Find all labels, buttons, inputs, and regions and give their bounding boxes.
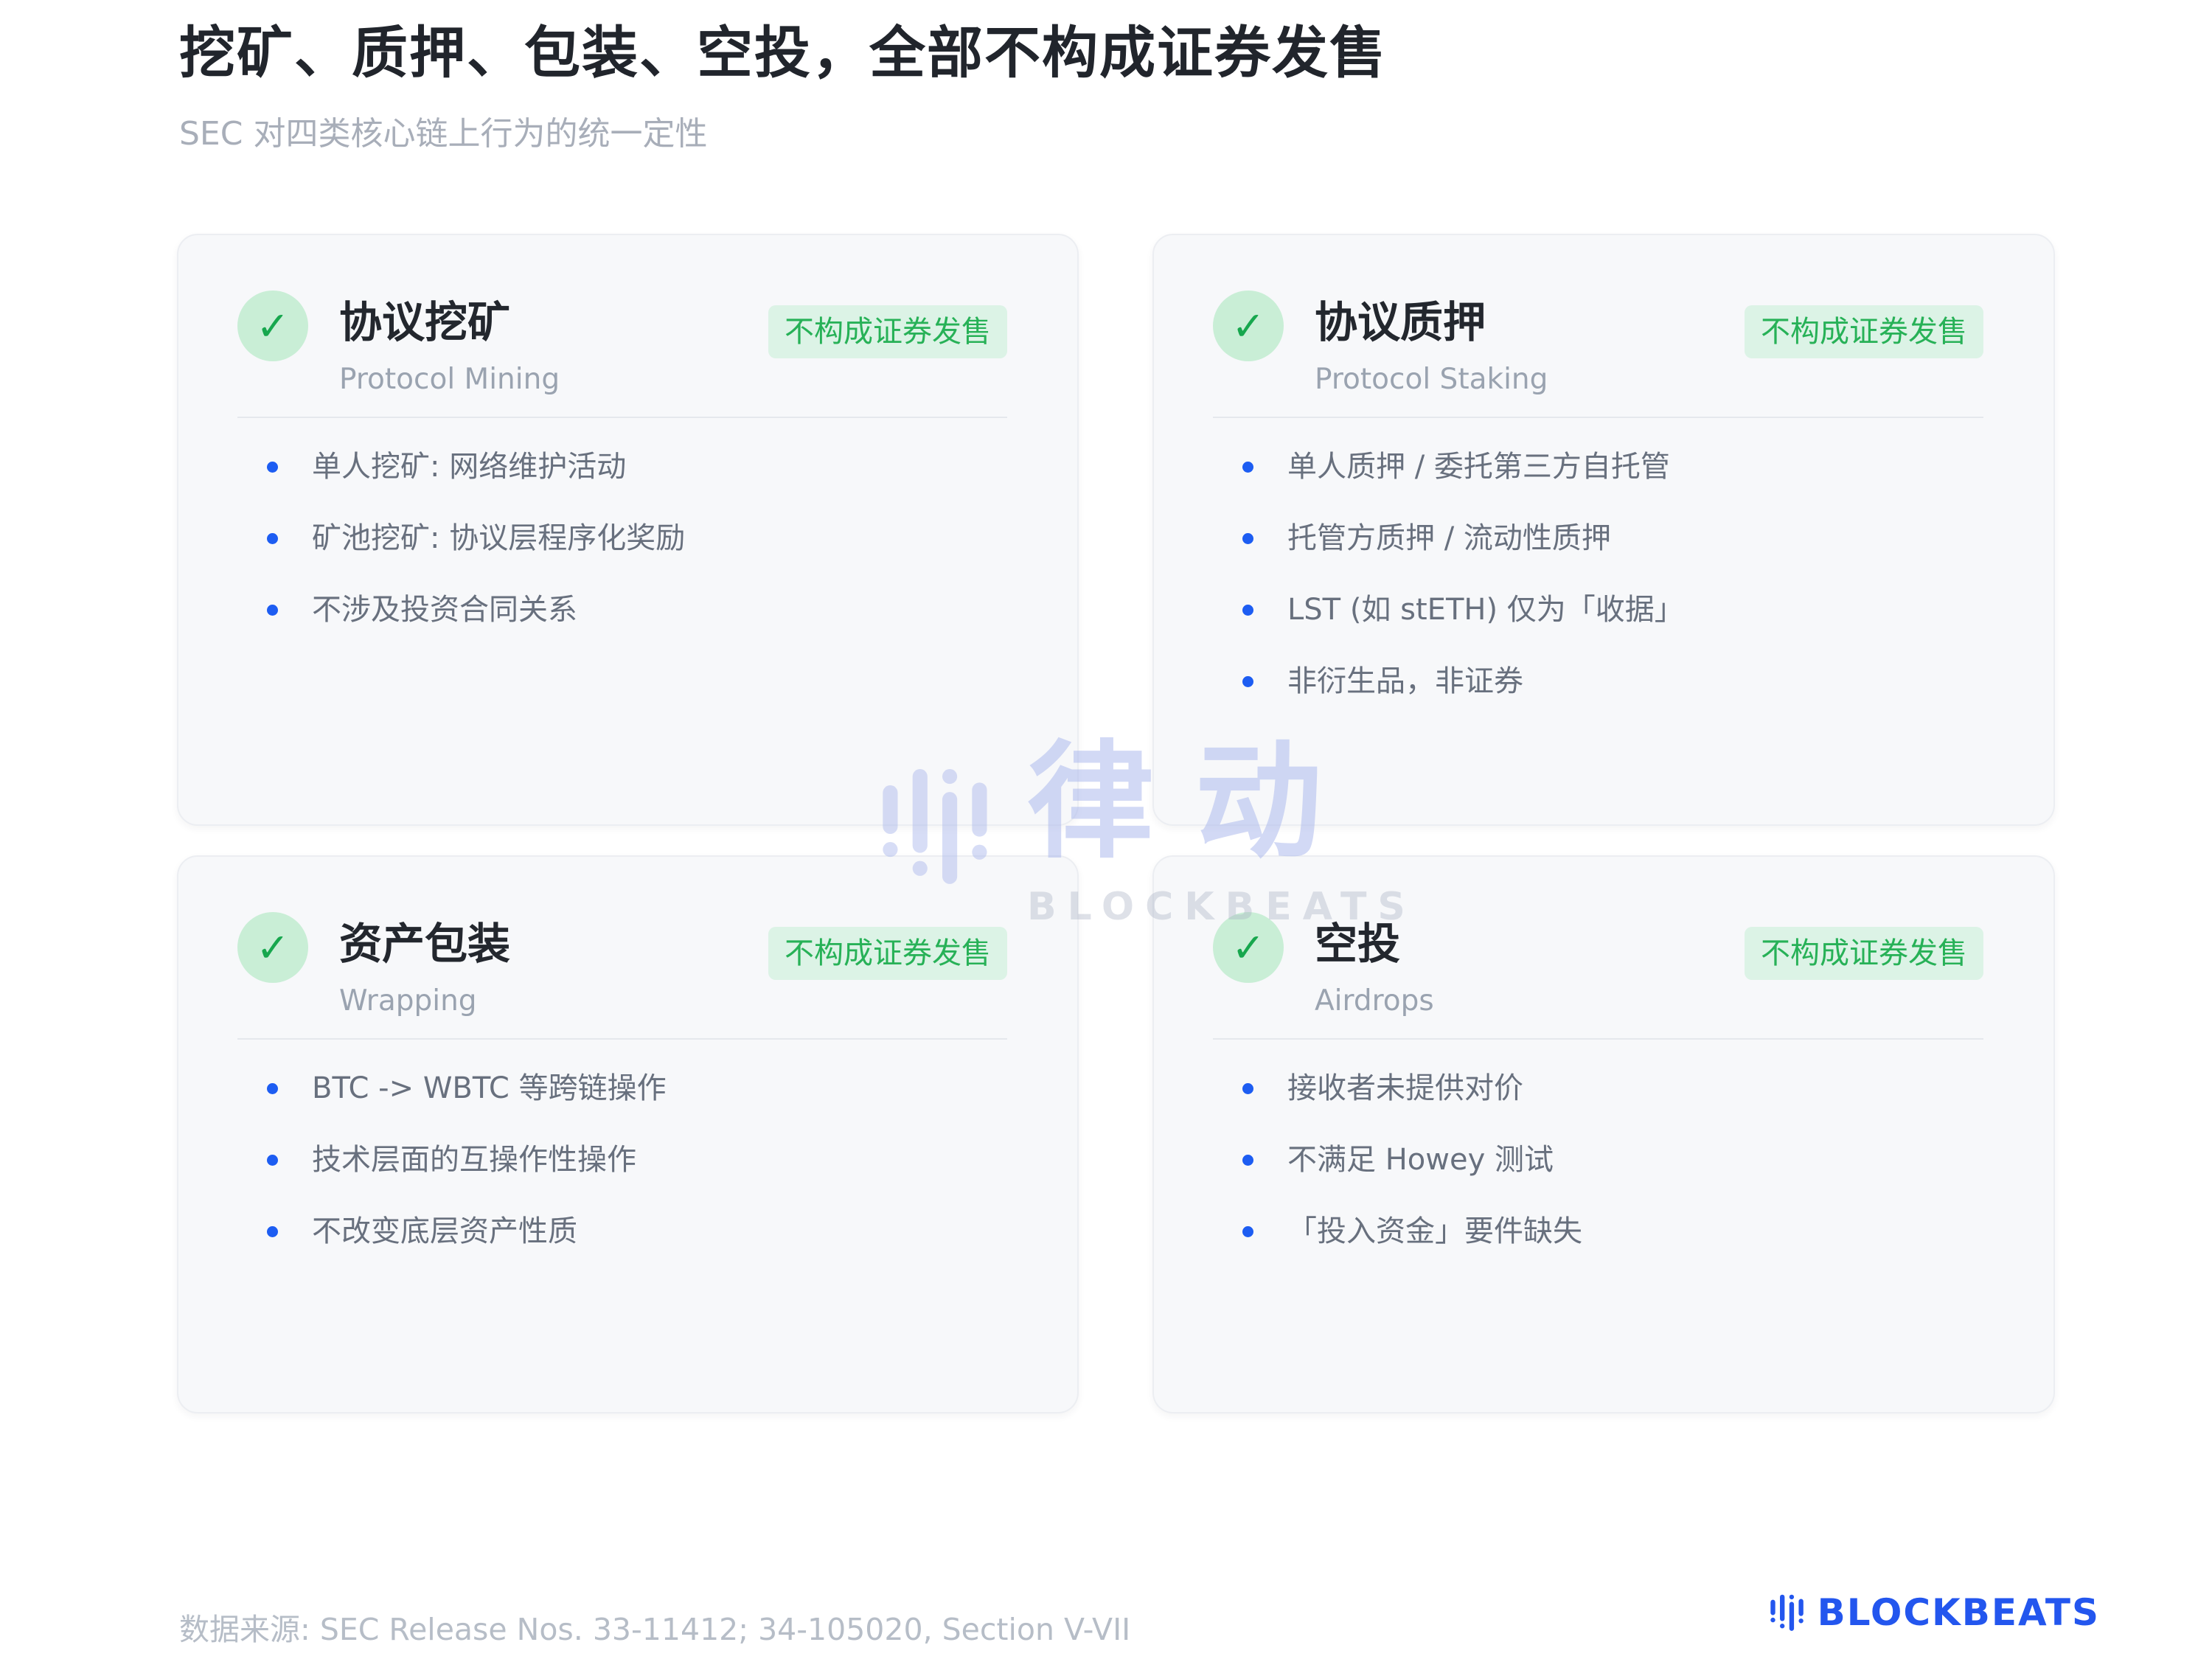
bullet-dot-icon (1242, 1155, 1253, 1166)
list-item: 托管方质押 / 流动性质押 (1213, 522, 1983, 554)
bullet-dot-icon (267, 533, 278, 544)
list-item: 单人质押 / 委托第三方自托管 (1213, 451, 1983, 483)
bullet-text: 不满足 Howey 测试 (1287, 1144, 1554, 1176)
bullet-dot-icon (1242, 1226, 1253, 1237)
list-item: 不满足 Howey 测试 (1213, 1144, 1983, 1176)
card-header: ✓ 资产包装 Wrapping 不构成证券发售 (237, 912, 1007, 1018)
check-icon: ✓ (1231, 303, 1265, 349)
check-circle-icon: ✓ (237, 912, 308, 983)
check-circle-icon: ✓ (1213, 912, 1284, 983)
brand-wordmark: BLOCKBEATS (1818, 1594, 2100, 1631)
bullet-text: 单人质押 / 委托第三方自托管 (1287, 451, 1670, 483)
bullet-list: 单人挖矿: 网络维护活动 矿池挖矿: 协议层程序化奖励 不涉及投资合同关系 (237, 451, 1007, 626)
data-source-note: 数据来源: SEC Release Nos. 33-11412; 34-1050… (179, 1604, 1130, 1649)
bullet-dot-icon (1242, 462, 1253, 473)
category-card: ✓ 资产包装 Wrapping 不构成证券发售 BTC -> WBTC 等跨链操… (177, 855, 1079, 1413)
bullet-text: 不改变底层资产性质 (312, 1215, 577, 1248)
category-card: ✓ 协议挖矿 Protocol Mining 不构成证券发售 单人挖矿: 网络维… (177, 234, 1079, 826)
page-header: 挖矿、质押、包装、空投，全部不构成证券发售 SEC 对四类核心链上行为的统一定性 (179, 21, 1387, 154)
list-item: 「投入资金」要件缺失 (1213, 1215, 1983, 1248)
status-badge: 不构成证券发售 (1745, 927, 1983, 980)
bullet-text: 「投入资金」要件缺失 (1287, 1215, 1582, 1248)
header-divider (237, 1038, 1007, 1040)
card-head-text: 空投 Airdrops (1315, 912, 1745, 1018)
card-header: ✓ 空投 Airdrops 不构成证券发售 (1213, 912, 1983, 1018)
cards-grid: ✓ 协议挖矿 Protocol Mining 不构成证券发售 单人挖矿: 网络维… (177, 234, 2055, 1413)
card-title: 空投 (1315, 922, 1745, 965)
bullet-text: 矿池挖矿: 协议层程序化奖励 (312, 522, 685, 554)
page-title: 挖矿、质押、包装、空投，全部不构成证券发售 (179, 21, 1387, 85)
list-item: 技术层面的互操作性操作 (237, 1144, 1007, 1176)
card-header: ✓ 协议挖矿 Protocol Mining 不构成证券发售 (237, 291, 1007, 396)
header-divider (1213, 417, 1983, 418)
bullet-text: 单人挖矿: 网络维护活动 (312, 451, 626, 483)
page-subtitle: SEC 对四类核心链上行为的统一定性 (179, 107, 1387, 154)
status-badge: 不构成证券发售 (768, 927, 1007, 980)
card-subtitle: Protocol Mining (339, 363, 768, 396)
header-divider (1213, 1038, 1983, 1040)
header-divider (237, 417, 1007, 418)
card-header: ✓ 协议质押 Protocol Staking 不构成证券发售 (1213, 291, 1983, 396)
list-item: LST (如 stETH) 仅为「收据」 (1213, 594, 1983, 626)
category-card: ✓ 空投 Airdrops 不构成证券发售 接收者未提供对价 不满足 Howey… (1152, 855, 2055, 1413)
blockbeats-logo: BLOCKBEATS (1769, 1590, 2100, 1635)
card-head-text: 资产包装 Wrapping (339, 912, 768, 1018)
card-subtitle: Protocol Staking (1315, 363, 1745, 396)
check-icon: ✓ (256, 303, 289, 349)
list-item: 接收者未提供对价 (1213, 1072, 1983, 1105)
bullet-dot-icon (1242, 605, 1253, 616)
bullet-text: 技术层面的互操作性操作 (312, 1144, 636, 1176)
check-circle-icon: ✓ (1213, 291, 1284, 361)
bullet-text: BTC -> WBTC 等跨链操作 (312, 1072, 667, 1105)
bullet-dot-icon (1242, 1083, 1253, 1094)
card-head-text: 协议质押 Protocol Staking (1315, 291, 1745, 396)
bullet-dot-icon (1242, 533, 1253, 544)
bullet-list: 单人质押 / 委托第三方自托管 托管方质押 / 流动性质押 LST (如 stE… (1213, 451, 1983, 698)
card-subtitle: Airdrops (1315, 984, 1745, 1018)
check-icon: ✓ (1231, 925, 1265, 971)
bullet-list: BTC -> WBTC 等跨链操作 技术层面的互操作性操作 不改变底层资产性质 (237, 1072, 1007, 1248)
status-badge: 不构成证券发售 (1745, 305, 1983, 358)
bullet-dot-icon (267, 1155, 278, 1166)
category-card: ✓ 协议质押 Protocol Staking 不构成证券发售 单人质押 / 委… (1152, 234, 2055, 826)
check-circle-icon: ✓ (237, 291, 308, 361)
card-head-text: 协议挖矿 Protocol Mining (339, 291, 768, 396)
bullet-dot-icon (267, 1226, 278, 1237)
list-item: 矿池挖矿: 协议层程序化奖励 (237, 522, 1007, 554)
check-icon: ✓ (256, 925, 289, 971)
card-title: 资产包装 (339, 922, 768, 965)
bullet-text: LST (如 stETH) 仅为「收据」 (1287, 594, 1684, 626)
bullet-text: 托管方质押 / 流动性质押 (1287, 522, 1611, 554)
bullet-text: 不涉及投资合同关系 (312, 594, 577, 626)
list-item: 不涉及投资合同关系 (237, 594, 1007, 626)
list-item: BTC -> WBTC 等跨链操作 (237, 1072, 1007, 1105)
card-title: 协议质押 (1315, 301, 1745, 344)
list-item: 不改变底层资产性质 (237, 1215, 1007, 1248)
bullet-dot-icon (267, 1083, 278, 1094)
bullet-list: 接收者未提供对价 不满足 Howey 测试 「投入资金」要件缺失 (1213, 1072, 1983, 1248)
list-item: 非衍生品，非证券 (1213, 665, 1983, 698)
bullet-dot-icon (267, 462, 278, 473)
list-item: 单人挖矿: 网络维护活动 (237, 451, 1007, 483)
status-badge: 不构成证券发售 (768, 305, 1007, 358)
bullet-text: 非衍生品，非证券 (1287, 665, 1523, 698)
card-title: 协议挖矿 (339, 301, 768, 344)
blockbeats-bars-icon (1769, 1590, 1807, 1635)
bullet-text: 接收者未提供对价 (1287, 1072, 1523, 1105)
bullet-dot-icon (267, 605, 278, 616)
card-subtitle: Wrapping (339, 984, 768, 1018)
bullet-dot-icon (1242, 676, 1253, 687)
